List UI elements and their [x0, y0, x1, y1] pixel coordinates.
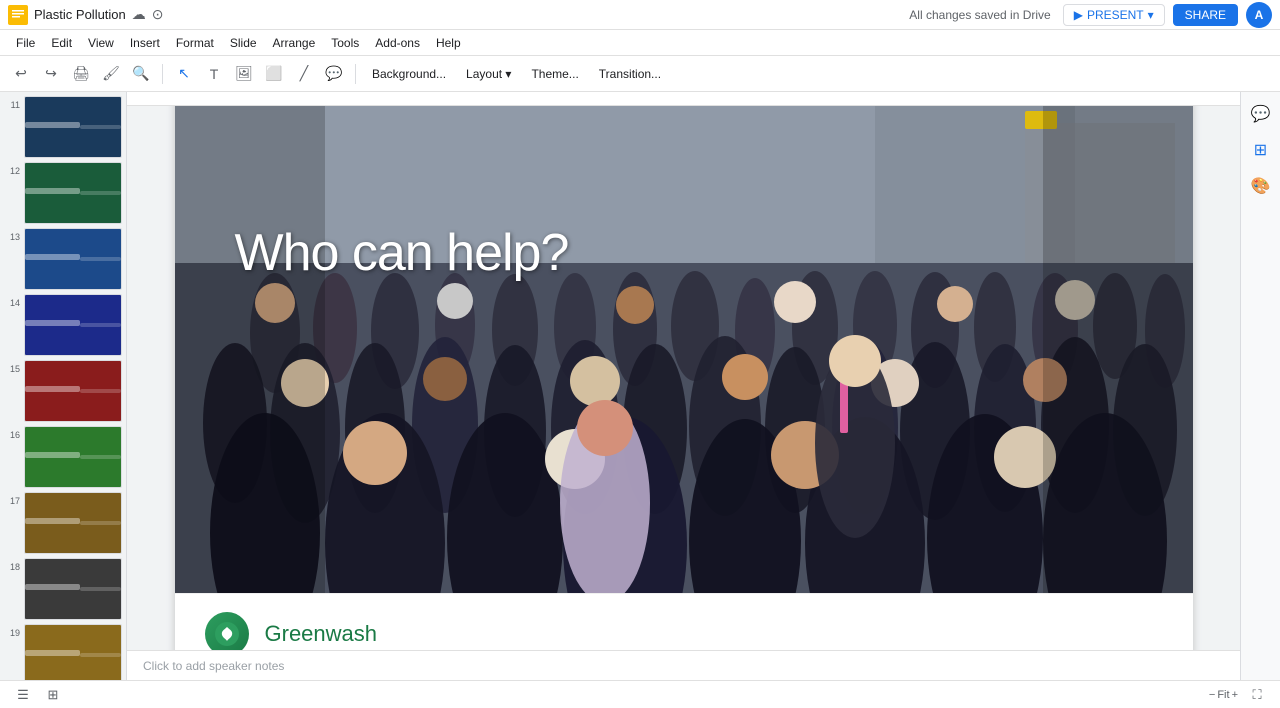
main-area: 1112131415161718192021GreenwashWho can h…: [0, 92, 1280, 680]
menu-item-help[interactable]: Help: [428, 33, 469, 53]
brand-name: Greenwash: [265, 621, 378, 647]
present-button[interactable]: ▶ PRESENT ▾: [1063, 4, 1165, 26]
menu-item-add-ons[interactable]: Add-ons: [367, 33, 428, 53]
slide-list-view-button[interactable]: ☰: [12, 684, 34, 706]
slide-number: 17: [4, 496, 20, 506]
save-status: All changes saved in Drive: [909, 8, 1050, 22]
notes-placeholder: Click to add speaker notes: [143, 659, 284, 673]
zoom-level: Fit: [1217, 689, 1229, 701]
layout-dropdown[interactable]: Layout ▾: [458, 61, 519, 87]
zoom-in-icon[interactable]: +: [1232, 689, 1238, 701]
present-icon: ▶: [1074, 8, 1083, 22]
slide-number: 13: [4, 232, 20, 242]
slide-number: 12: [4, 166, 20, 176]
menu-item-file[interactable]: File: [8, 33, 43, 53]
slide-thumb-14[interactable]: 14: [4, 294, 122, 356]
app-icon: [8, 5, 28, 25]
slide-number: 14: [4, 298, 20, 308]
cursor-button[interactable]: ↖: [171, 61, 197, 87]
slide-number: 15: [4, 364, 20, 374]
bottom-toolbar: ☰ ⊞ − Fit + ⛶: [0, 680, 1280, 708]
background-dropdown[interactable]: Background...: [364, 61, 454, 87]
menu-item-arrange[interactable]: Arrange: [265, 33, 324, 53]
toolbar: ↩ ↪ 🖨 🖌 🔍 ↖ T 🖼 ⬜ ╱ 💬 Background... Layo…: [0, 56, 1280, 92]
transition-dropdown[interactable]: Transition...: [591, 61, 669, 87]
comment-button[interactable]: 💬: [321, 61, 347, 87]
chevron-down-icon: ▾: [1148, 8, 1154, 22]
crowd-photo: [175, 106, 1193, 593]
brand-logo: [205, 612, 249, 651]
menu-item-tools[interactable]: Tools: [323, 33, 367, 53]
slide-thumbnail-image: [24, 624, 122, 680]
ruler-horizontal: [127, 92, 1240, 106]
slide-thumb-15[interactable]: 15: [4, 360, 122, 422]
slide-thumb-19[interactable]: 19: [4, 624, 122, 680]
menu-item-edit[interactable]: Edit: [43, 33, 80, 53]
speaker-notes[interactable]: Click to add speaker notes: [127, 650, 1240, 680]
slide-number: 11: [4, 100, 20, 110]
slide-thumbnail-image: [24, 228, 122, 290]
zoom-control[interactable]: − Fit +: [1209, 689, 1238, 701]
shapes-button[interactable]: ⬜: [261, 61, 287, 87]
slide-panel[interactable]: 1112131415161718192021GreenwashWho can h…: [0, 92, 127, 680]
zoom-button[interactable]: 🔍: [128, 61, 154, 87]
slide-thumb-11[interactable]: 11: [4, 96, 122, 158]
star-icon[interactable]: ⊙: [152, 6, 164, 23]
slide-viewport[interactable]: Who can help? Greenwash: [127, 106, 1240, 650]
slide-number: 18: [4, 562, 20, 572]
slide-thumb-16[interactable]: 16: [4, 426, 122, 488]
redo-button[interactable]: ↪: [38, 61, 64, 87]
separator-2: [355, 64, 356, 84]
menu-item-insert[interactable]: Insert: [122, 33, 168, 53]
slide-thumb-17[interactable]: 17: [4, 492, 122, 554]
share-button[interactable]: SHARE: [1173, 4, 1238, 26]
slide-main[interactable]: Who can help?: [175, 106, 1193, 593]
menu-bar: FileEditViewInsertFormatSlideArrangeTool…: [0, 30, 1280, 56]
menu-item-view[interactable]: View: [80, 33, 122, 53]
slide-thumbnail-image: [24, 294, 122, 356]
canvas-area: Who can help? Greenwash Click: [127, 92, 1240, 680]
slide-title: Who can help?: [235, 223, 569, 283]
separator-1: [162, 64, 163, 84]
slide-number: 16: [4, 430, 20, 440]
shapes-sidebar-icon[interactable]: ⊞: [1247, 136, 1275, 164]
slide-thumbnail-image: [24, 558, 122, 620]
right-sidebar: 💬 ⊞ 🎨: [1240, 92, 1280, 680]
slide-thumbnail-image: [24, 426, 122, 488]
slide-thumb-13[interactable]: 13: [4, 228, 122, 290]
menu-item-slide[interactable]: Slide: [222, 33, 265, 53]
slide-thumb-12[interactable]: 12: [4, 162, 122, 224]
line-button[interactable]: ╱: [291, 61, 317, 87]
document-title: Plastic Pollution: [34, 7, 126, 22]
image-button[interactable]: 🖼: [231, 61, 257, 87]
menu-item-format[interactable]: Format: [168, 33, 222, 53]
slide-thumbnail-image: [24, 96, 122, 158]
slide-thumbnail-image: [24, 492, 122, 554]
slide-grid-view-button[interactable]: ⊞: [42, 684, 64, 706]
theme-dropdown[interactable]: Theme...: [523, 61, 586, 87]
text-button[interactable]: T: [201, 61, 227, 87]
avatar[interactable]: A: [1246, 2, 1272, 28]
slide-container: Who can help? Greenwash: [175, 106, 1193, 650]
slide-thumb-18[interactable]: 18: [4, 558, 122, 620]
slide-footer: Greenwash: [175, 593, 1193, 650]
fullscreen-button[interactable]: ⛶: [1246, 684, 1268, 706]
theme-sidebar-icon[interactable]: 🎨: [1247, 172, 1275, 200]
print-button[interactable]: 🖨: [68, 61, 94, 87]
slide-number: 19: [4, 628, 20, 638]
undo-button[interactable]: ↩: [8, 61, 34, 87]
paint-format-button[interactable]: 🖌: [98, 61, 124, 87]
zoom-out-icon[interactable]: −: [1209, 689, 1215, 701]
comments-sidebar-icon[interactable]: 💬: [1247, 100, 1275, 128]
cloud-icon: ☁: [132, 6, 146, 23]
slide-thumbnail-image: [24, 162, 122, 224]
slide-thumbnail-image: [24, 360, 122, 422]
title-bar: Plastic Pollution ☁ ⊙ All changes saved …: [0, 0, 1280, 30]
